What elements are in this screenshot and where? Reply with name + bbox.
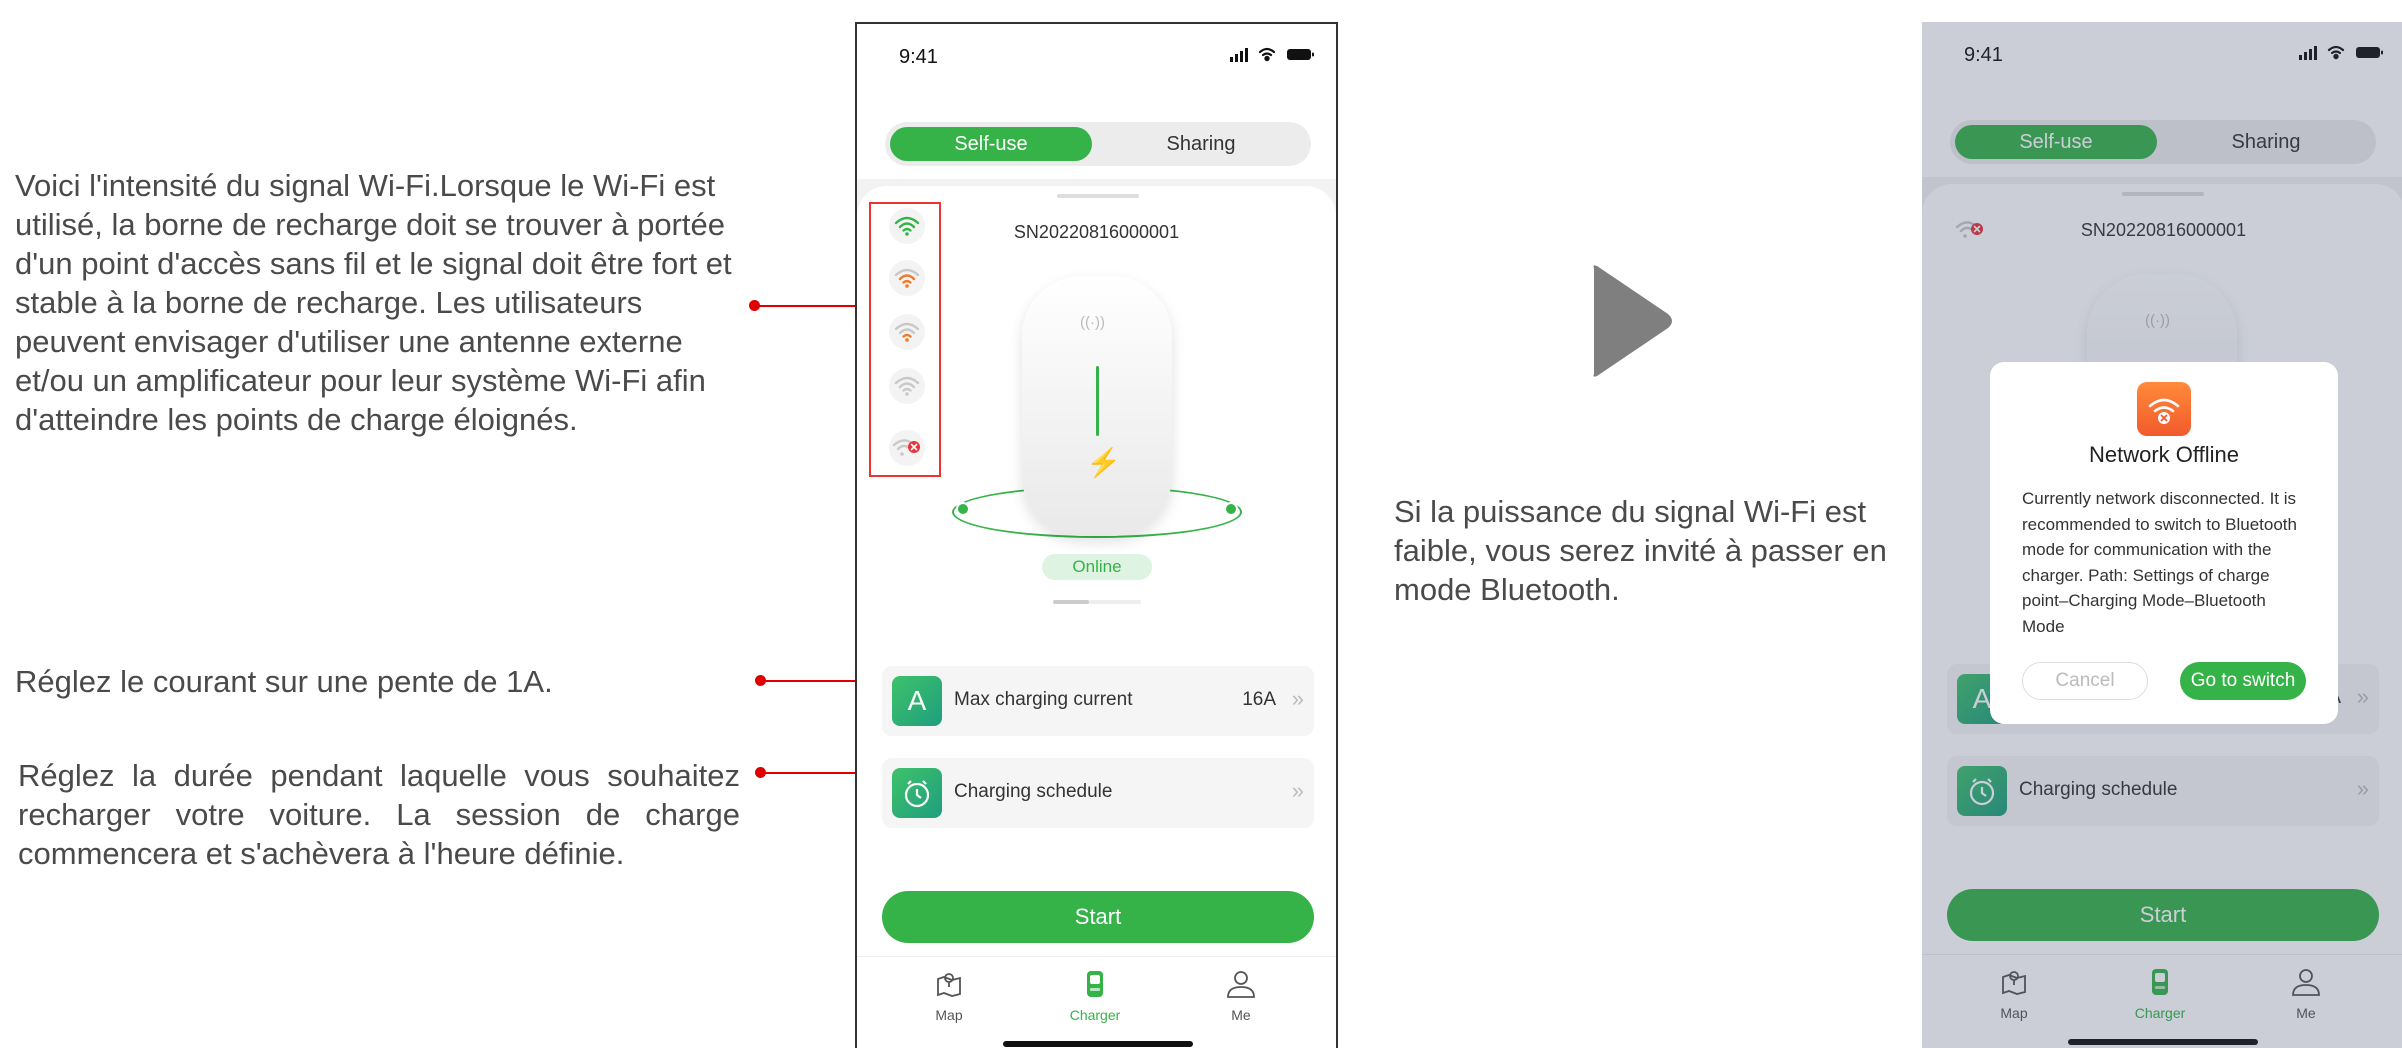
- annotation-charging-schedule: Réglez la durée pendant laquelle vous so…: [18, 758, 740, 871]
- status-time: 9:41: [899, 46, 938, 68]
- phone-screen-offline: 9:41 Self-use Sharing SN20220816000001 (…: [1922, 22, 2402, 1048]
- leader-dot-schedule-start: [755, 767, 766, 778]
- go-to-switch-button[interactable]: Go to switch: [2180, 662, 2306, 700]
- nav-charger[interactable]: Charger: [1055, 965, 1135, 1023]
- dialog-message: Currently network disconnected. It is re…: [2022, 489, 2297, 636]
- network-offline-dialog: Network Offline Currently network discon…: [1990, 362, 2338, 724]
- play-arrow-icon: [1588, 262, 1676, 385]
- annotation-wifi-signal: Voici l'intensité du signal Wi-Fi.Lorsqu…: [15, 168, 732, 437]
- nav-charger-label: Charger: [1069, 1007, 1121, 1023]
- bottom-nav: Map Charger Me: [857, 956, 1336, 1048]
- battery-icon: [1287, 49, 1314, 60]
- nav-map-label: Map: [935, 1007, 963, 1023]
- nfc-icon: ((·)): [1080, 314, 1105, 331]
- wifi-signal-levels: [869, 202, 941, 477]
- max-current-value: 16A: [1242, 689, 1276, 710]
- lightning-bolt-icon: ⚡: [1086, 447, 1121, 478]
- charging-schedule-row[interactable]: Charging schedule »: [882, 758, 1314, 828]
- leader-dot-current-start: [755, 675, 766, 686]
- charger-illustration: ((·)) ⚡: [1022, 276, 1172, 536]
- charger-status-light: [1096, 366, 1099, 436]
- mode-segment: Self-use Sharing: [885, 122, 1311, 166]
- nav-me-label: Me: [1231, 1007, 1251, 1023]
- tab-sharing[interactable]: Sharing: [1100, 127, 1302, 161]
- charger-icon: [1055, 965, 1135, 1003]
- person-icon: [1201, 965, 1281, 1003]
- charging-schedule-label: Charging schedule: [954, 781, 1113, 802]
- ring-dot-left: [956, 502, 970, 516]
- current-a-icon: A: [892, 676, 942, 726]
- wifi-weak-icon: [889, 314, 925, 350]
- dialog-title: Network Offline: [2089, 442, 2239, 467]
- status-bar: 9:41: [857, 24, 1336, 94]
- wifi-none-icon: [889, 368, 925, 404]
- alarm-clock-icon: [892, 768, 942, 818]
- ring-dot-right: [1224, 502, 1238, 516]
- annotation-current-step: Réglez le courant sur une pente de 1A.: [15, 664, 553, 699]
- cellular-signal-icon: [1230, 48, 1248, 62]
- tab-self-use[interactable]: Self-use: [890, 127, 1092, 161]
- chevron-right-icon: »: [1291, 686, 1304, 711]
- leader-dot-wifi-start: [749, 300, 760, 311]
- status-badge: Online: [1042, 554, 1152, 580]
- nav-map[interactable]: Map: [909, 965, 989, 1023]
- max-charging-current-row[interactable]: A Max charging current 16A »: [882, 666, 1314, 736]
- phone-screen-online: 9:41 Self-use Sharing SN20220816000001 (…: [855, 22, 1338, 1048]
- charger-card: SN20220816000001 ((·)) ⚡ Online A Max ch…: [857, 186, 1336, 1006]
- mode-segment-area: Self-use Sharing: [857, 94, 1336, 179]
- page-indicator: [1053, 600, 1141, 604]
- nav-me[interactable]: Me: [1201, 965, 1281, 1023]
- wifi-offline-icon: [889, 430, 925, 466]
- wifi-medium-icon: [889, 260, 925, 296]
- start-button[interactable]: Start: [882, 891, 1314, 943]
- status-icons: [1230, 46, 1316, 67]
- wifi-offline-warning-icon: [2137, 382, 2191, 436]
- wifi-strong-icon: [889, 208, 925, 244]
- home-indicator: [1003, 1041, 1193, 1047]
- chevron-right-icon: »: [1291, 778, 1304, 803]
- max-current-label: Max charging current: [954, 689, 1133, 710]
- cancel-button[interactable]: Cancel: [2022, 662, 2148, 700]
- map-icon: [909, 965, 989, 1003]
- annotation-bluetooth: Si la puissance du signal Wi-Fi est faib…: [1394, 494, 1887, 607]
- wifi-status-icon: [1258, 47, 1276, 62]
- drag-handle[interactable]: [1057, 194, 1139, 198]
